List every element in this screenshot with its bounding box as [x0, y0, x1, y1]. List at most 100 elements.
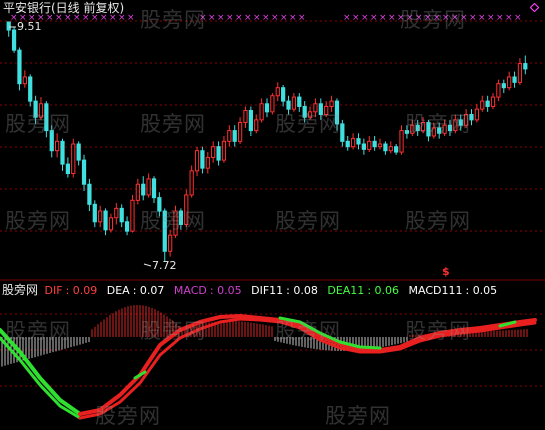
- low-price-value: 7.72: [152, 259, 177, 272]
- candle-body: [114, 207, 119, 219]
- low-leader: [143, 263, 152, 267]
- candle-body: [270, 95, 275, 113]
- candle-body: [297, 96, 302, 107]
- candle-body: [275, 87, 280, 97]
- candle-body: [372, 140, 377, 148]
- candle-body: [55, 140, 60, 152]
- cross-marker: ×: [469, 13, 477, 23]
- legend-item-dif: DIF: 0.09: [44, 284, 98, 297]
- candle-body: [119, 207, 124, 223]
- candle-body: [103, 210, 108, 231]
- candle-body: [200, 150, 205, 169]
- candle-body: [254, 119, 259, 132]
- candle-body: [399, 130, 404, 153]
- candle-body: [264, 103, 270, 113]
- cross-marker: ×: [217, 13, 225, 23]
- candle-body: [221, 140, 227, 161]
- watermark-text: 股旁网: [275, 209, 341, 233]
- candle-body: [248, 109, 253, 132]
- diamond-icon[interactable]: [530, 3, 539, 12]
- candle-body: [65, 163, 71, 175]
- cross-marker: ×: [352, 13, 360, 23]
- watermark-text: 股旁网: [140, 319, 206, 343]
- cross-marker: ×: [244, 13, 252, 23]
- candle-body: [388, 146, 393, 152]
- candle-body: [216, 146, 221, 161]
- cross-marker: ×: [253, 13, 261, 23]
- legend-item-dif11: DIF11: 0.08: [251, 284, 318, 297]
- candle-body: [329, 100, 334, 107]
- candle-body: [350, 138, 356, 148]
- candle-body: [124, 221, 130, 232]
- indicator-legend: 股旁网 DIF: 0.09 DEA: 0.07 MACD: 0.05 DIF11…: [2, 284, 503, 296]
- candle-body: [71, 143, 76, 175]
- candle-body: [22, 76, 27, 85]
- candle-body: [281, 87, 286, 102]
- watermark-text: 股旁网: [5, 209, 71, 233]
- watermark-text: 股旁网: [5, 319, 71, 343]
- candle-body: [189, 170, 194, 196]
- watermark-text: 股旁网: [275, 319, 341, 343]
- candle-body: [490, 96, 496, 107]
- cross-marker: ×: [514, 13, 522, 23]
- candle-body: [17, 49, 22, 85]
- legend-item-dea: DEA: 0.07: [106, 284, 165, 297]
- cross-marker: ×: [289, 13, 297, 23]
- watermark-text: 股旁网: [5, 112, 71, 136]
- candle-body: [168, 234, 173, 252]
- cross-marker: ×: [226, 13, 234, 23]
- cross-marker: ×: [505, 13, 513, 23]
- candle-body: [501, 83, 506, 89]
- candle-body: [356, 138, 361, 145]
- candle-body: [81, 159, 87, 185]
- candle-body: [517, 63, 523, 83]
- candle-body: [87, 183, 92, 205]
- candle-body: [76, 143, 81, 161]
- watermark-text: 股旁网: [405, 319, 471, 343]
- legend-item-macd: MACD: 0.05: [173, 284, 242, 297]
- chart-title: 平安银行(日线 前复权): [3, 1, 125, 15]
- watermark-text: 股旁网: [405, 112, 471, 136]
- watermark-text: 股旁网: [140, 209, 206, 233]
- candle-body: [98, 210, 103, 223]
- legend-item-macd111: MACD111: 0.05: [408, 284, 498, 297]
- candle-body: [474, 108, 479, 121]
- cross-marker: ×: [478, 13, 486, 23]
- candle-body: [367, 140, 372, 150]
- candle-body: [340, 123, 345, 142]
- low-price-label: 7.72: [152, 260, 177, 271]
- candle-body: [259, 103, 264, 121]
- cross-marker: ×: [127, 13, 135, 23]
- cross-marker: ×: [379, 13, 387, 23]
- candle-body: [227, 130, 232, 142]
- candle-body: [485, 100, 490, 107]
- candle-body: [211, 146, 216, 158]
- watermark-text: 股旁网: [405, 209, 471, 233]
- cross-marker: ×: [496, 13, 504, 23]
- cross-marker: ×: [370, 13, 378, 23]
- cross-marker: ×: [235, 13, 243, 23]
- cross-marker: ×: [361, 13, 369, 23]
- high-price-value: 9.51: [17, 20, 42, 33]
- cross-marker: ×: [262, 13, 270, 23]
- candle-body: [146, 178, 151, 196]
- candle-body: [377, 143, 383, 148]
- high-price-label: 9.51: [17, 21, 42, 32]
- candle-body: [243, 109, 248, 124]
- candle-body: [11, 29, 17, 51]
- candle-body: [6, 21, 11, 31]
- candle-body: [60, 140, 65, 165]
- legend-source-label: 股旁网: [2, 283, 39, 297]
- candle-body: [130, 199, 135, 232]
- candle-body: [135, 183, 140, 201]
- dollar-marker-icon: $: [442, 265, 450, 278]
- candle-body: [507, 76, 512, 89]
- cross-marker: ×: [343, 13, 351, 23]
- legend-item-dea11: DEA11: 0.06: [327, 284, 400, 297]
- candle-body: [232, 130, 237, 142]
- candle-body: [394, 146, 399, 153]
- candle-body: [496, 83, 501, 98]
- cross-marker: ×: [388, 13, 396, 23]
- candle-body: [480, 100, 485, 110]
- candle-body: [28, 76, 33, 102]
